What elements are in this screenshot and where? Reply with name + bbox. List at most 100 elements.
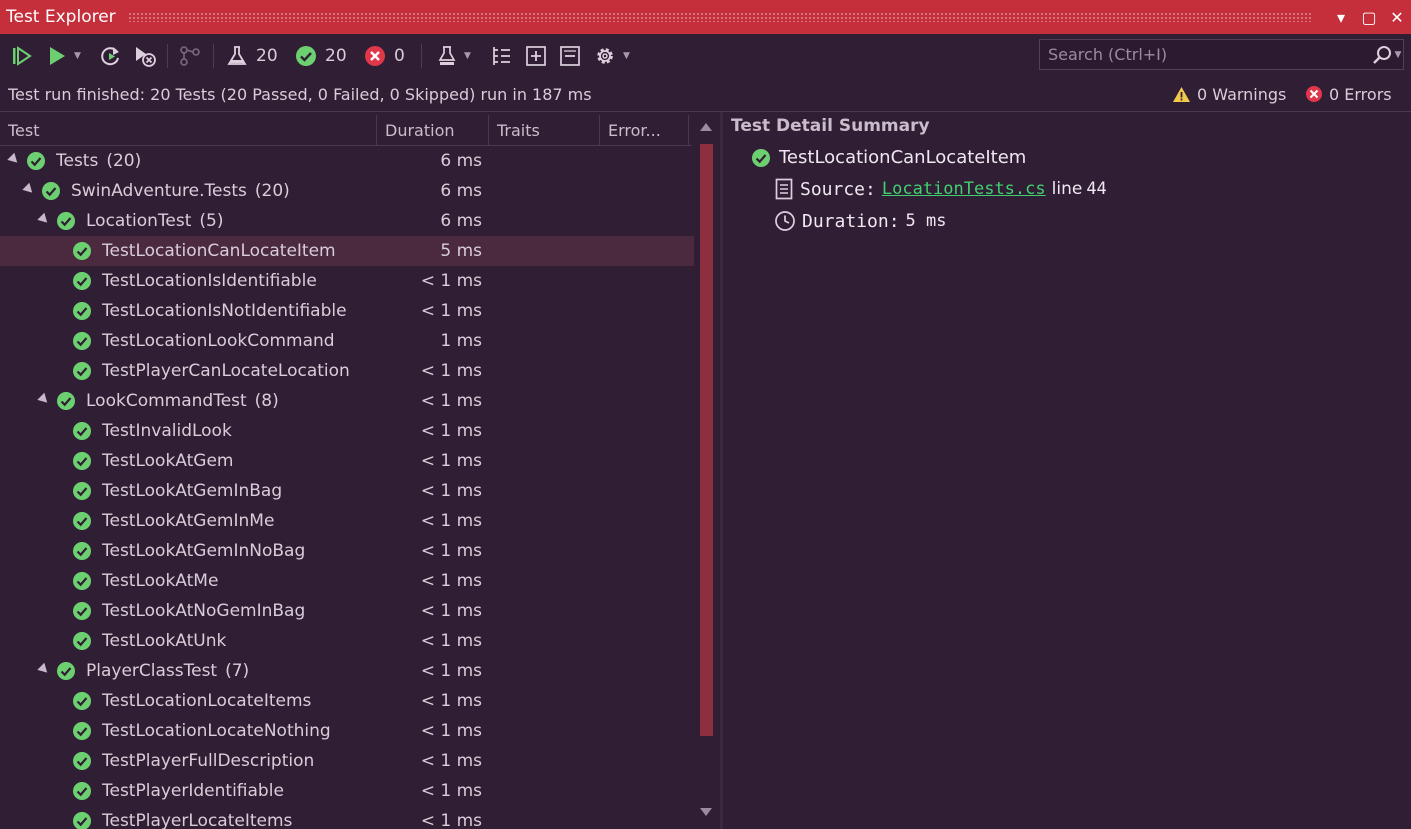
test-list-panel: Test Duration Traits Error... Tests (20) 6… (0, 112, 718, 829)
test-name: LocationTest (86, 211, 192, 231)
test-name: PlayerClassTest (86, 661, 218, 681)
scroll-thumb[interactable] (700, 144, 713, 736)
test-count: (5) (199, 211, 224, 231)
group-by-button[interactable] (178, 42, 204, 70)
playlist-dropdown-caret[interactable]: ▼ (464, 51, 471, 61)
vertical-scrollbar[interactable] (697, 112, 717, 829)
passed-check-icon (72, 241, 92, 265)
collapse-all-button[interactable] (558, 42, 582, 70)
tree-test-row[interactable]: TestPlayerCanLocateLocation < 1 ms (0, 356, 694, 386)
search-box[interactable]: ▼ (1039, 39, 1404, 70)
test-duration: < 1 ms (420, 571, 482, 591)
tree-test-row[interactable]: TestLocationCanLocateItem 5 ms (0, 236, 694, 266)
cancel-run-button[interactable] (134, 42, 158, 70)
scroll-down-arrow[interactable] (700, 808, 712, 816)
source-line-number: 44 (1086, 179, 1107, 199)
test-duration: < 1 ms (420, 781, 482, 801)
tree-test-row[interactable]: TestLookAtNoGemInBag < 1 ms (0, 596, 694, 626)
tree-group-row[interactable]: PlayerClassTest (7) < 1 ms (0, 656, 694, 686)
test-duration: < 1 ms (420, 511, 482, 531)
test-count: (20) (254, 181, 290, 201)
tree-group-row[interactable]: SwinAdventure.Tests (20) 6 ms (0, 176, 694, 206)
column-header-error[interactable]: Error... (600, 115, 689, 145)
tree-test-row[interactable]: TestLocationLookCommand 1 ms (0, 326, 694, 356)
tree-test-row[interactable]: TestLookAtGem < 1 ms (0, 446, 694, 476)
passed-check-icon (72, 721, 92, 745)
tree-test-row[interactable]: TestLocationIsIdentifiable < 1 ms (0, 266, 694, 296)
run-dropdown-caret[interactable]: ▼ (74, 51, 81, 61)
test-duration: < 1 ms (420, 481, 482, 501)
run-all-button[interactable] (10, 42, 34, 70)
expand-all-icon (526, 46, 546, 66)
expand-all-button[interactable] (524, 42, 548, 70)
clock-icon (775, 211, 795, 231)
tree-test-row[interactable]: TestLookAtGemInMe < 1 ms (0, 506, 694, 536)
source-label: Source: (800, 178, 876, 200)
passed-check-icon (72, 421, 92, 445)
tree-test-row[interactable]: TestLocationLocateNothing < 1 ms (0, 716, 694, 746)
toolbar-separator (167, 44, 168, 68)
search-icon[interactable]: ▼ (1369, 40, 1403, 69)
playlist-icon (438, 46, 456, 65)
column-header-duration[interactable]: Duration (377, 115, 489, 145)
expand-collapse-arrow[interactable] (37, 662, 51, 677)
tree-test-row[interactable]: TestLocationLocateItems < 1 ms (0, 686, 694, 716)
repeat-last-run-button[interactable] (99, 42, 123, 70)
search-dropdown-caret[interactable]: ▼ (1395, 50, 1402, 60)
tree-test-row[interactable]: TestLookAtUnk < 1 ms (0, 626, 694, 656)
tree-test-row[interactable]: TestLookAtGemInBag < 1 ms (0, 476, 694, 506)
test-name: TestLocationIsNotIdentifiable (102, 301, 347, 321)
failed-tests-filter[interactable]: 0 (364, 42, 405, 70)
title-bar-grip[interactable] (127, 12, 1313, 22)
test-name-with-count: LookCommandTest (8) (86, 391, 279, 411)
window-close-button[interactable]: ✕ (1383, 0, 1411, 34)
scroll-up-arrow[interactable] (700, 123, 712, 131)
tree-group-row[interactable]: LookCommandTest (8) < 1 ms (0, 386, 694, 416)
test-duration: < 1 ms (420, 541, 482, 561)
playlist-button[interactable]: ▼ (436, 42, 471, 70)
test-duration: 1 ms (440, 331, 482, 351)
settings-button[interactable]: ▼ (593, 42, 630, 70)
total-tests-count: 20 (256, 46, 278, 66)
warnings-indicator[interactable]: 0 Warnings (1172, 85, 1286, 104)
tree-test-row[interactable]: TestPlayerFullDescription < 1 ms (0, 746, 694, 776)
settings-dropdown-caret[interactable]: ▼ (623, 51, 630, 61)
expand-collapse-arrow[interactable] (7, 152, 21, 167)
run-button[interactable]: ▼ (46, 42, 81, 70)
window-dropdown-button[interactable]: ▾ (1327, 0, 1355, 34)
failed-x-icon (365, 46, 385, 66)
errors-indicator[interactable]: 0 Errors (1305, 85, 1392, 104)
source-file-link[interactable]: LocationTests.cs (882, 179, 1046, 199)
test-name: SwinAdventure.Tests (71, 181, 247, 201)
tree-test-row[interactable]: TestPlayerLocateItems < 1 ms (0, 806, 694, 829)
column-header-traits[interactable]: Traits (489, 115, 600, 145)
title-bar: Test Explorer ▾ ▢ ✕ (0, 0, 1411, 34)
window-restore-button[interactable]: ▢ (1355, 0, 1383, 34)
test-duration: 6 ms (440, 151, 482, 171)
search-input[interactable] (1040, 45, 1369, 64)
test-duration: 6 ms (440, 211, 482, 231)
detail-test-name: TestLocationCanLocateItem (779, 147, 1027, 168)
passed-check-icon (56, 211, 76, 235)
tree-test-row[interactable]: TestInvalidLook < 1 ms (0, 416, 694, 446)
error-icon (1306, 86, 1322, 102)
show-hierarchy-button[interactable] (490, 42, 514, 70)
tree-test-row[interactable]: TestPlayerIdentifiable < 1 ms (0, 776, 694, 806)
total-tests-filter[interactable]: 20 (226, 42, 278, 70)
passed-tests-filter[interactable]: 20 (295, 42, 347, 70)
expand-collapse-arrow[interactable] (22, 182, 36, 197)
passed-check-icon (72, 451, 92, 475)
tree-group-row[interactable]: Tests (20) 6 ms (0, 146, 694, 176)
passed-check-icon (72, 361, 92, 385)
test-name: TestPlayerCanLocateLocation (102, 361, 350, 381)
tree-group-row[interactable]: LocationTest (5) 6 ms (0, 206, 694, 236)
tree-test-row[interactable]: TestLookAtMe < 1 ms (0, 566, 694, 596)
tree-test-row[interactable]: TestLocationIsNotIdentifiable < 1 ms (0, 296, 694, 326)
test-duration: < 1 ms (420, 691, 482, 711)
test-name: TestLocationIsIdentifiable (102, 271, 317, 291)
test-name: TestLocationLocateNothing (102, 721, 331, 741)
column-header-test[interactable]: Test (0, 115, 377, 145)
expand-collapse-arrow[interactable] (37, 212, 51, 227)
tree-test-row[interactable]: TestLookAtGemInNoBag < 1 ms (0, 536, 694, 566)
expand-collapse-arrow[interactable] (37, 392, 51, 407)
